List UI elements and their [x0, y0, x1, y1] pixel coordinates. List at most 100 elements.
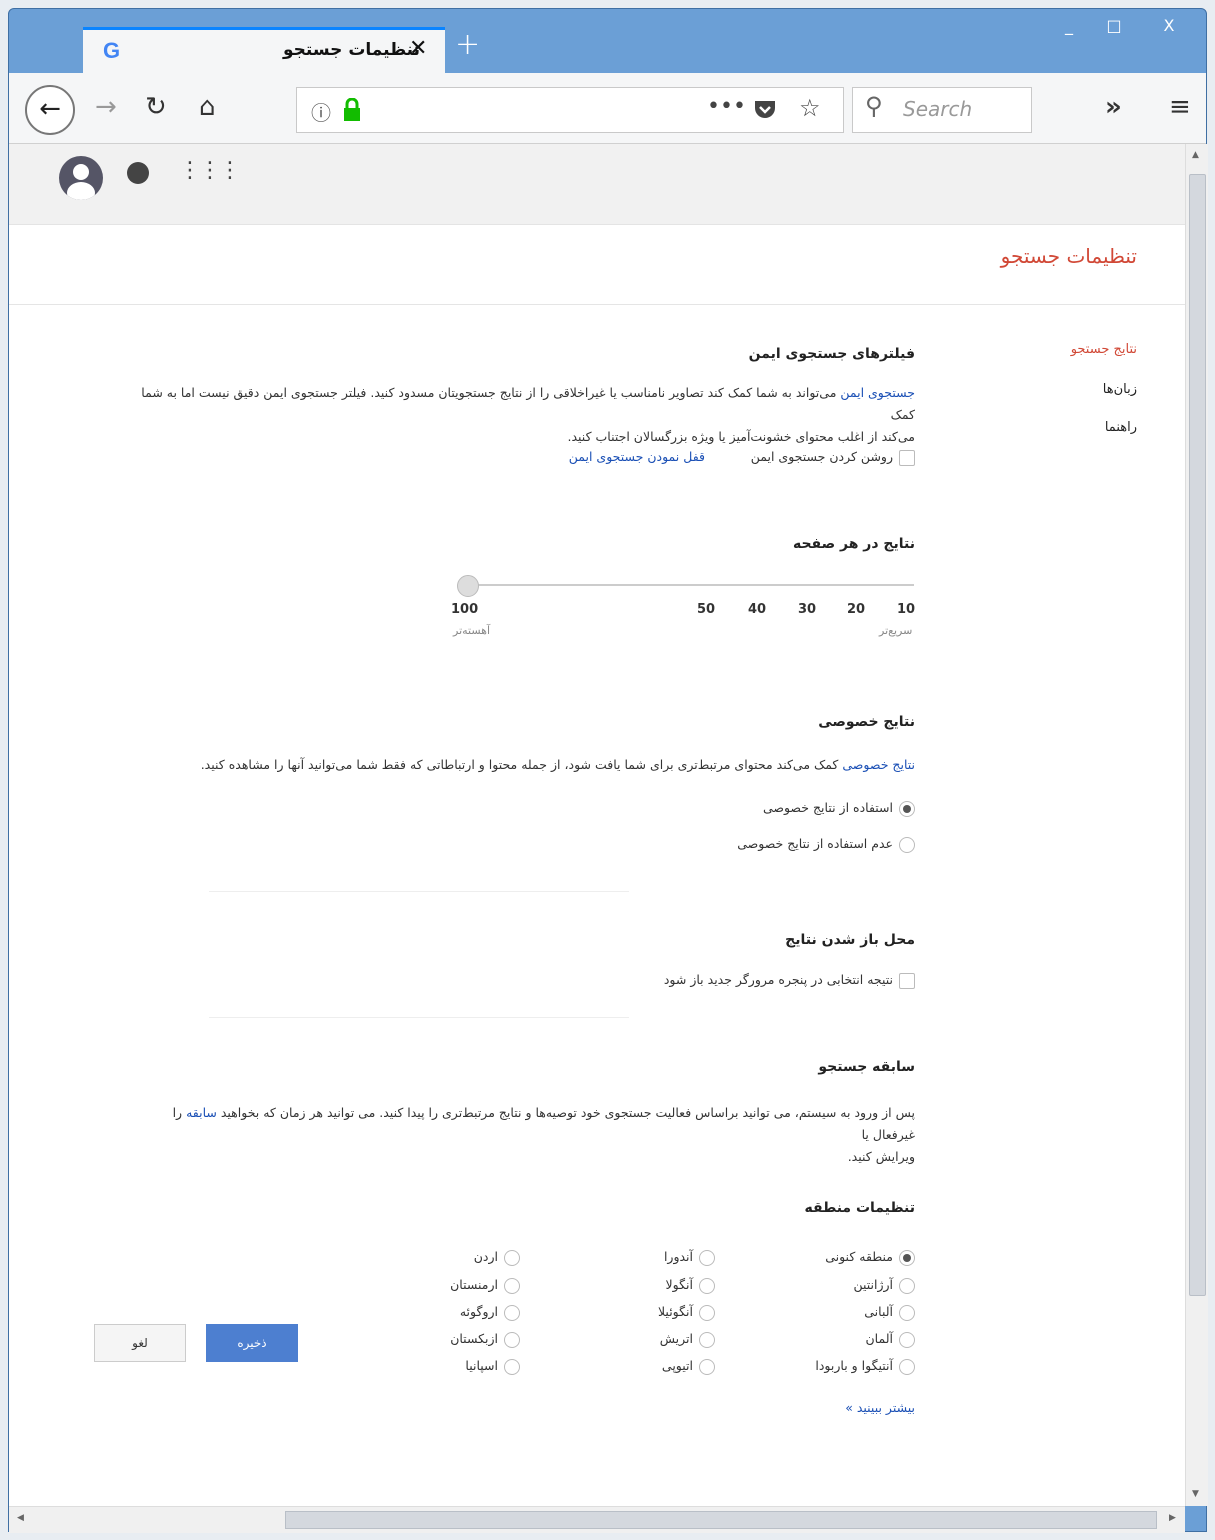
horizontal-scroll-thumb[interactable] [285, 1511, 1157, 1529]
radio-region[interactable] [899, 1304, 915, 1321]
cancel-button[interactable]: لغو [94, 1324, 186, 1362]
maximize-icon[interactable]: □ [1094, 13, 1134, 41]
region-option[interactable]: آنتیگوا و باربودا [815, 1358, 915, 1375]
save-button[interactable]: ذخیره [206, 1324, 298, 1362]
tick-10[interactable]: 10 [897, 602, 915, 617]
overflow-chevron-icon[interactable]: » [1105, 87, 1122, 127]
private-results-link[interactable]: نتایج خصوصی [842, 757, 915, 772]
radio-region[interactable] [899, 1358, 915, 1375]
tick-50[interactable]: 50 [697, 602, 715, 617]
see-more-link[interactable]: بیشتر ببینید » [845, 1400, 915, 1415]
sidebar-item-languages[interactable]: زبان‌ها [1103, 382, 1137, 397]
tick-100[interactable]: 100 [451, 602, 478, 617]
lock-safesearch-link[interactable]: قفل نمودن جستجوی ایمن [569, 449, 705, 464]
results-slider-track[interactable] [464, 584, 914, 586]
radio-use-private[interactable] [899, 800, 915, 817]
close-window-icon[interactable]: X [1149, 13, 1189, 41]
radio-region[interactable] [504, 1249, 520, 1266]
radio-region[interactable] [899, 1277, 915, 1294]
home-icon[interactable]: ⌂ [199, 87, 216, 127]
search-history-description: پس از ورود به سیستم، می توانید براساس فع… [172, 1105, 915, 1164]
safesearch-checkbox-option[interactable]: روشن کردن جستجوی ایمن [751, 449, 915, 466]
private-results-description: نتایج خصوصی کمک می‌کند محتوای مرتبط‌تری … [200, 757, 915, 772]
radio-nouse-private[interactable] [899, 836, 915, 853]
radio-region[interactable] [699, 1277, 715, 1294]
close-tab-icon[interactable]: ✕ [409, 36, 427, 61]
region-option[interactable]: اردن [474, 1249, 520, 1266]
safesearch-link[interactable]: جستجوی ایمن [840, 385, 915, 400]
nav-toolbar: ← → ↻ ⌂ ⓘ ••• ☆ ⚲ Search » ≡ [9, 73, 1206, 144]
tick-30[interactable]: 30 [798, 602, 816, 617]
region-option[interactable]: اسپانیا [465, 1358, 520, 1375]
tick-20[interactable]: 20 [847, 602, 865, 617]
radio-region[interactable] [899, 1331, 915, 1348]
history-link[interactable]: سابقه [186, 1105, 217, 1120]
pocket-icon[interactable] [753, 99, 777, 121]
open-results-title: محل باز شدن نتایج [785, 932, 915, 948]
info-icon[interactable]: ⓘ [311, 97, 331, 126]
page-title: تنظیمات جستجو [1000, 244, 1137, 268]
section-divider [209, 1017, 629, 1018]
new-window-option[interactable]: نتیجه انتخابی در پنجره مرورگر جدید باز ش… [664, 972, 915, 989]
region-title: تنظیمات منطقه [804, 1200, 916, 1216]
horizontal-scrollbar[interactable]: ◀ ▶ [9, 1506, 1185, 1533]
drop-icon[interactable] [127, 162, 149, 184]
radio-region[interactable] [699, 1249, 715, 1266]
radio-region[interactable] [699, 1304, 715, 1321]
region-option[interactable]: آندورا [664, 1249, 715, 1266]
scroll-right-icon[interactable]: ▶ [1169, 1513, 1176, 1523]
search-history-title: سابقه جستجو [818, 1059, 915, 1075]
forward-icon[interactable]: → [95, 87, 117, 127]
region-option[interactable]: اروگوئه [460, 1304, 520, 1321]
radio-region[interactable] [699, 1358, 715, 1375]
region-option[interactable]: اتیوپی [662, 1358, 715, 1375]
radio-region[interactable] [899, 1249, 915, 1266]
reload-icon[interactable]: ↻ [145, 87, 167, 127]
scroll-up-icon[interactable]: ▲ [1192, 150, 1199, 160]
region-option[interactable]: آلبانی [864, 1304, 915, 1321]
region-option[interactable]: آنگوئیلا [658, 1304, 715, 1321]
safesearch-checkbox[interactable] [899, 449, 915, 466]
region-option[interactable]: ارمنستان [450, 1277, 520, 1294]
search-placeholder: Search [903, 97, 973, 121]
sidebar-item-search-results[interactable]: نتایج جستجو [1071, 342, 1137, 357]
avatar[interactable] [59, 156, 103, 200]
private-results-nouse-option[interactable]: عدم استفاده از نتایج خصوصی [737, 836, 915, 853]
new-window-checkbox[interactable] [899, 972, 915, 989]
browser-tab[interactable]: G تنظیمات جستجو ✕ [83, 27, 445, 73]
region-option[interactable]: ازبکستان [450, 1331, 520, 1348]
safesearch-title: فیلترهای جستجوی ایمن [748, 346, 915, 362]
region-option[interactable]: آنگولا [666, 1277, 715, 1294]
scroll-left-icon[interactable]: ◀ [17, 1513, 24, 1523]
radio-region[interactable] [504, 1331, 520, 1348]
region-option[interactable]: منطقه کنونی [825, 1249, 915, 1266]
radio-region[interactable] [504, 1277, 520, 1294]
page-actions-icon[interactable]: ••• [707, 94, 746, 119]
region-option[interactable]: آلمان [866, 1331, 915, 1348]
faster-label: سریع‌تر [879, 624, 913, 637]
browser-window: G تنظیمات جستجو ✕ + _ □ X ← → ↻ ⌂ ⓘ ••• … [8, 8, 1208, 1533]
minimize-icon[interactable]: _ [1049, 13, 1089, 41]
url-bar[interactable]: ⓘ ••• ☆ [296, 87, 844, 133]
radio-region[interactable] [504, 1304, 520, 1321]
back-icon[interactable]: ← [25, 85, 75, 135]
region-option[interactable]: آرژانتین [853, 1277, 915, 1294]
apps-grid-icon[interactable]: ⋮⋮⋮ [179, 158, 241, 183]
vertical-scroll-thumb[interactable] [1189, 174, 1206, 1296]
menu-icon[interactable]: ≡ [1169, 87, 1191, 127]
scroll-down-icon[interactable]: ▼ [1192, 1489, 1199, 1499]
bookmark-star-icon[interactable]: ☆ [799, 94, 821, 122]
search-icon: ⚲ [865, 92, 883, 120]
google-favicon-icon: G [103, 38, 121, 63]
new-tab-icon[interactable]: + [455, 27, 480, 62]
region-option[interactable]: اتریش [660, 1331, 715, 1348]
results-slider-knob[interactable] [457, 575, 479, 597]
sidebar-item-help[interactable]: راهنما [1105, 420, 1137, 435]
vertical-scrollbar[interactable]: ▲ ▼ [1185, 144, 1208, 1506]
radio-region[interactable] [699, 1331, 715, 1348]
search-box[interactable]: ⚲ Search [852, 87, 1032, 133]
tick-40[interactable]: 40 [748, 602, 766, 617]
google-bar: ⋮⋮⋮ [9, 144, 1185, 225]
private-results-use-option[interactable]: استفاده از نتایج خصوصی [763, 800, 915, 817]
radio-region[interactable] [504, 1358, 520, 1375]
